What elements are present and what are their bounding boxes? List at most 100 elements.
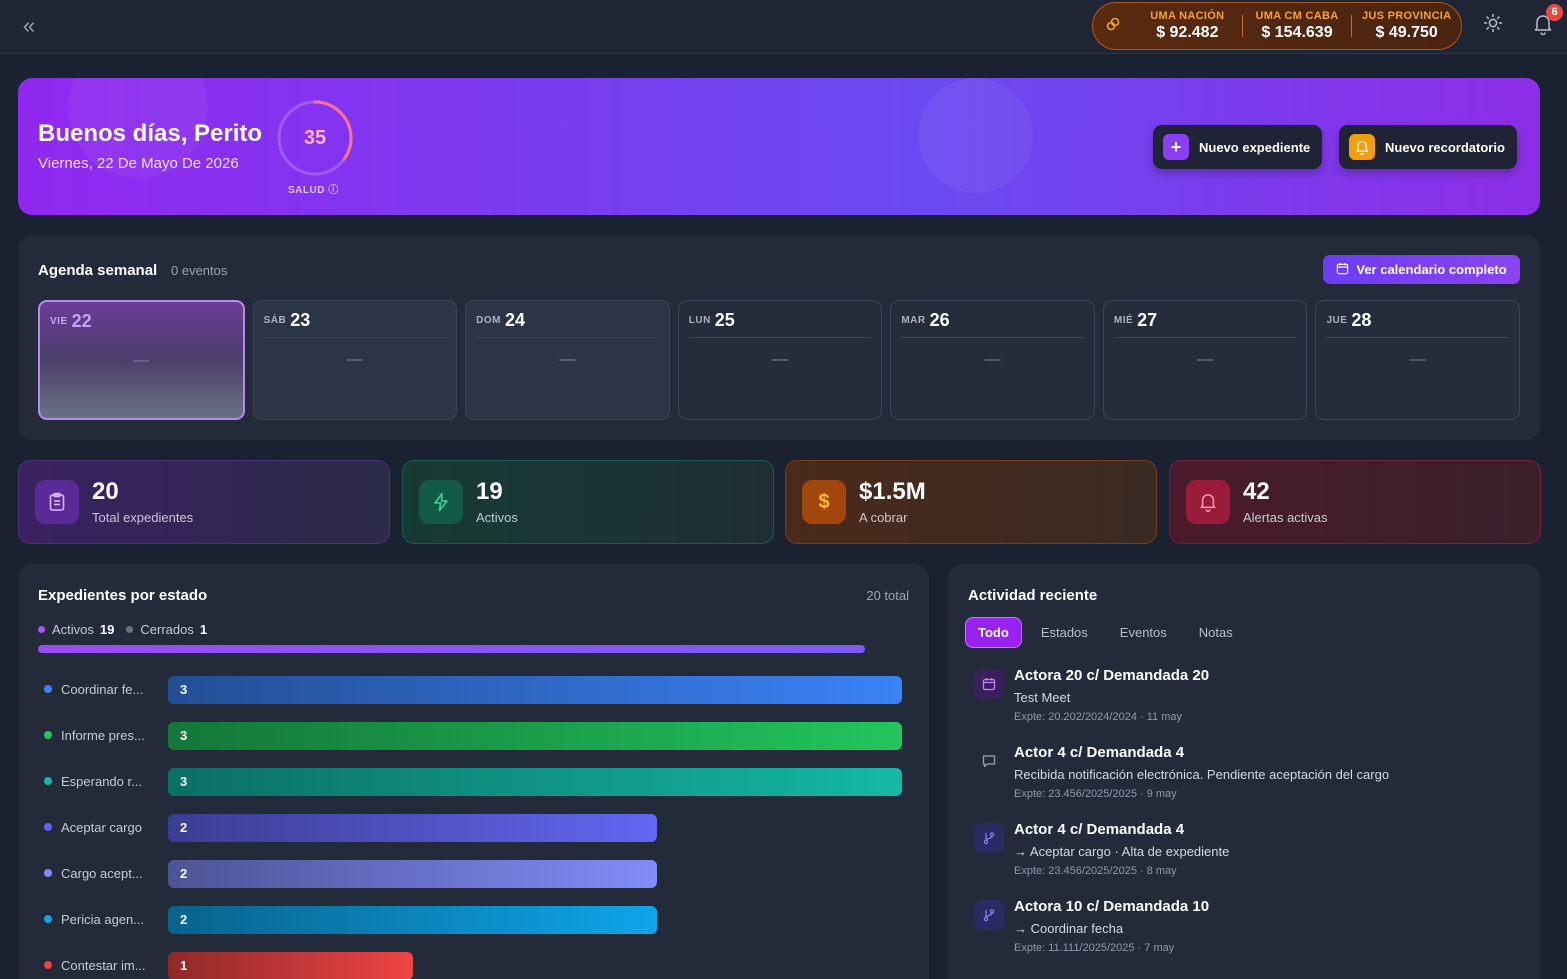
cases-total: 20 total [866, 588, 909, 603]
stat-value: $1.5M [859, 478, 926, 505]
tab-notas[interactable]: Notas [1187, 618, 1245, 647]
welcome-banner: Buenos días, Perito Viernes, 22 De Mayo … [18, 78, 1540, 215]
status-dot [44, 869, 52, 877]
status-legend: Activos 19 Cerrados 1 [38, 622, 219, 637]
activity-item[interactable]: Actor 4 c/ Demandada 4 Recibida notifica… [974, 744, 1514, 804]
tab-estados[interactable]: Estados [1029, 618, 1100, 647]
day-card[interactable]: MAR 26 — [890, 300, 1095, 420]
clipboard-icon [35, 480, 79, 524]
health-label-text: SALUD [288, 185, 325, 196]
recent-activity-title: Actividad reciente [968, 587, 1098, 604]
new-case-label: Nuevo expediente [1199, 139, 1311, 155]
day-weekday: SÁB [263, 315, 287, 326]
status-bar-row[interactable]: Esperando r... 3 [38, 768, 908, 796]
day-card[interactable]: LUN 25 — [677, 300, 883, 420]
status-name: Contestar im... [61, 958, 146, 973]
status-dot [44, 823, 52, 831]
stat-card-active[interactable]: 19 Activos [402, 460, 774, 544]
activity-meta: Expte: 23.456/2025/2025 · 8 may [1014, 865, 1177, 877]
legend-active-label: Activos [52, 622, 94, 637]
status-bar: 3 [168, 722, 902, 750]
link-icon [1093, 16, 1133, 36]
status-bar: 1 [168, 952, 413, 979]
status-name: Esperando r... [61, 774, 142, 789]
stat-card-total-cases[interactable]: 20 Total expedientes [18, 460, 390, 544]
activity-subtitle: → Coordinar fecha [1014, 921, 1124, 936]
day-number: 27 [1137, 310, 1158, 330]
cases-by-status-title: Expedientes por estado [38, 587, 208, 604]
view-full-calendar-button[interactable]: Ver calendario completo [1323, 255, 1520, 284]
decorative-blob [918, 78, 1033, 193]
status-bar-value: 3 [180, 774, 188, 789]
stat-card-receivable[interactable]: $ $1.5M A cobrar [785, 460, 1157, 544]
day-weekday: LUN [688, 315, 711, 326]
status-bar-row[interactable]: Coordinar fe... 3 [38, 676, 908, 704]
tab-todo[interactable]: Todo [966, 618, 1021, 647]
tab-eventos[interactable]: Eventos [1108, 618, 1179, 647]
uma-cm-caba-label: UMA CM CABA [1255, 10, 1339, 22]
collapse-sidebar-icon[interactable]: « [16, 14, 42, 40]
stat-card-alerts[interactable]: 42 Alertas activas [1169, 460, 1541, 544]
status-bar-value: 2 [180, 866, 188, 881]
plus-icon: + [1163, 134, 1189, 160]
new-case-button[interactable]: + Nuevo expediente [1153, 125, 1323, 169]
day-empty-indicator: — [346, 351, 363, 368]
status-bar-row[interactable]: Pericia agen... 2 [38, 906, 908, 934]
day-card[interactable]: DOM 24 — [465, 300, 670, 420]
legend-dot-active [38, 626, 45, 633]
bell-icon [1186, 480, 1230, 524]
day-number: 28 [1351, 310, 1372, 330]
status-dot [44, 961, 52, 969]
activity-meta: Expte: 23.456/2025/2025 · 9 may [1014, 788, 1177, 800]
current-date: Viernes, 22 De Mayo De 2026 [38, 155, 239, 172]
activity-item[interactable]: Actor 4 c/ Demandada 4 → Aceptar cargo ·… [974, 821, 1514, 881]
day-empty-indicator: — [772, 351, 789, 368]
new-reminder-button[interactable]: Nuevo recordatorio [1339, 125, 1517, 169]
status-bar-label: Coordinar fe... [44, 682, 143, 697]
health-score-gauge[interactable]: 35 [275, 98, 355, 178]
status-name: Coordinar fe... [61, 682, 144, 697]
stat-value: 19 [476, 478, 503, 505]
legend-dot-closed [126, 626, 134, 633]
status-bar: 2 [168, 814, 657, 842]
branch-icon [974, 900, 1004, 930]
day-empty-indicator: — [984, 351, 1001, 368]
uma-values-widget[interactable]: UMA NACIÓN $ 92.482 UMA CM CABA $ 154.63… [1092, 2, 1462, 50]
theme-toggle-sun-icon[interactable] [1480, 13, 1506, 39]
comment-icon [974, 746, 1004, 776]
legend-closed-label: Cerrados [140, 622, 194, 637]
status-bar-row[interactable]: Aceptar cargo 2 [38, 814, 908, 842]
day-card[interactable]: JUE 28 — [1315, 300, 1521, 420]
status-name: Pericia agen... [61, 912, 145, 927]
uma-cm-caba: UMA CM CABA $ 154.639 [1243, 10, 1352, 42]
stat-label: Activos [476, 510, 518, 525]
top-bar: « UMA NACIÓN $ 92.482 UMA CM CABA $ 154.… [0, 0, 1567, 54]
activity-subtitle: → Aceptar cargo · Alta de expediente [1014, 844, 1230, 859]
status-bar-row[interactable]: Cargo acept... 2 [38, 860, 908, 888]
status-dot [44, 685, 52, 693]
day-weekday: JUE [1326, 315, 1348, 326]
activity-title: Actora 10 c/ Demandada 10 [1014, 898, 1210, 915]
day-card[interactable]: MIÉ 27 — [1102, 300, 1308, 420]
health-label: SALUD ⓘ [288, 181, 339, 196]
activity-item[interactable]: Actora 10 c/ Demandada 10 → Coordinar fe… [974, 898, 1514, 958]
activity-meta: Expte: 11.111/2025/2025 · 7 may [1014, 942, 1175, 954]
status-bar-label: Informe pres... [44, 728, 145, 743]
cases-by-status-panel: Expedientes por estado 20 total Activos 1… [18, 564, 929, 979]
uma-nacion-label: UMA NACIÓN [1150, 10, 1225, 22]
status-bar-row[interactable]: Informe pres... 3 [38, 722, 908, 750]
status-dot [44, 777, 52, 785]
agenda-title: Agenda semanal [38, 262, 158, 279]
activity-subtitle: Test Meet [1014, 690, 1071, 705]
status-name: Cargo acept... [61, 866, 143, 881]
activity-meta: Expte: 20.202/2024/2024 · 11 may [1014, 711, 1182, 723]
calendar-icon [974, 669, 1004, 699]
status-bar-row[interactable]: Contestar im... 1 [38, 952, 908, 979]
activity-item[interactable]: Actora 20 c/ Demandada 20 Test Meet Expt… [974, 667, 1514, 727]
greeting-title: Buenos días, Perito [38, 120, 263, 147]
help-icon[interactable]: ⓘ [328, 185, 339, 196]
legend-active-value: 19 [99, 622, 115, 637]
day-weekday: DOM [476, 315, 501, 326]
day-card[interactable]: SÁB 23 — [252, 300, 458, 420]
day-card-today[interactable]: VIE 22 — [38, 300, 245, 420]
